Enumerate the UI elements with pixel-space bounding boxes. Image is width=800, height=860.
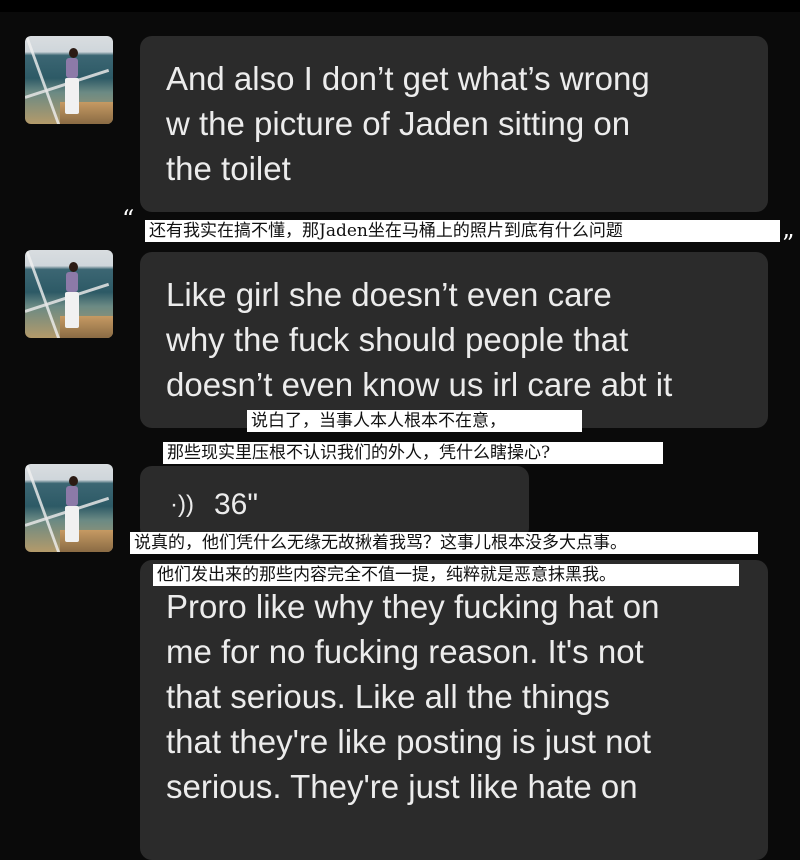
- sender-avatar[interactable]: [25, 250, 113, 338]
- subtitle-caption: 说真的，他们凭什么无缘无故揪着我骂？这事儿根本没多大点事。: [130, 532, 758, 554]
- subtitle-caption: 说白了，当事人本人根本不在意，: [247, 410, 582, 432]
- message-line: doesn’t even know us irl care abt it: [166, 366, 673, 403]
- subtitle-caption: 他们发出来的那些内容完全不值一提，纯粹就是恶意抹黑我。: [153, 564, 739, 586]
- message-bubble[interactable]: Like girl she doesn’t even care why the …: [140, 252, 768, 428]
- sender-avatar[interactable]: [25, 36, 113, 124]
- message-bubble[interactable]: Proro like why they fucking hat on me fo…: [140, 560, 768, 860]
- message-line: that they're like posting is just not: [166, 723, 652, 760]
- message-line: me for no fucking reason. It's not: [166, 633, 644, 670]
- message-line: Proro like why they fucking hat on: [166, 588, 660, 625]
- open-quote-mark: “: [122, 205, 135, 233]
- voice-duration: 36": [214, 488, 259, 521]
- subtitle-caption: 还有我实在搞不懂，那Jaden坐在马桶上的照片到底有什么问题: [145, 220, 780, 242]
- subtitle-caption: 那些现实里压根不认识我们的外人，凭什么瞎操心?: [163, 442, 663, 464]
- message-bubble[interactable]: And also I don’t get what’s wrong w the …: [140, 36, 768, 212]
- message-line: And also I don’t get what’s wrong: [166, 60, 650, 97]
- close-quote-mark: ”: [782, 230, 795, 258]
- message-line: Like girl she doesn’t even care: [166, 276, 612, 313]
- voice-message-bubble[interactable]: ·)) 36": [140, 466, 529, 540]
- message-line: serious. They're just like hate on: [166, 768, 638, 805]
- message-line: w the picture of Jaden sitting on: [166, 105, 631, 142]
- message-line: why the fuck should people that: [166, 321, 629, 358]
- top-bar: [0, 0, 800, 12]
- voice-wave-icon: ·)): [170, 491, 194, 518]
- message-line: that serious. Like all the things: [166, 678, 610, 715]
- message-line: the toilet: [166, 150, 291, 187]
- sender-avatar[interactable]: [25, 464, 113, 552]
